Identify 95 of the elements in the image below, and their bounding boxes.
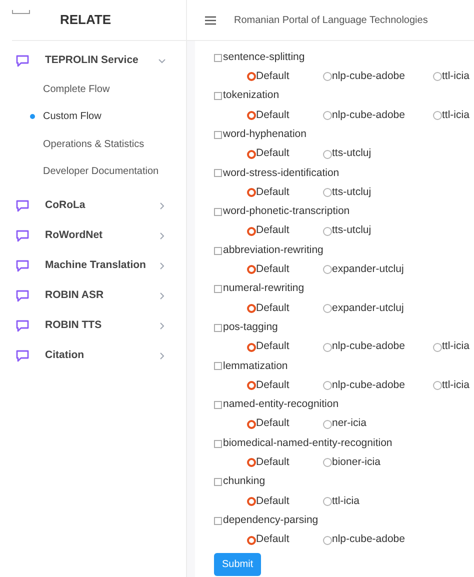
radio-button[interactable] [247, 381, 256, 390]
radio-button[interactable] [247, 226, 256, 236]
task-checkbox[interactable]: word-phonetic-transcription [214, 202, 474, 222]
sidebar-item[interactable]: TEPROLIN Service [0, 46, 186, 76]
radio-button[interactable] [323, 226, 332, 236]
radio-option[interactable]: nlp-cube-adobe [323, 69, 433, 85]
sidebar-subitem[interactable]: Operations & Statistics [43, 136, 144, 152]
sidebar-item[interactable]: ROBIN TTS [0, 311, 186, 342]
task-checkbox[interactable]: word-stress-identification [214, 164, 474, 184]
page-title: Romanian Portal of Language Technologies [234, 14, 428, 28]
sidebar-item[interactable]: CoRoLa [0, 191, 186, 222]
task-checkbox[interactable]: named-entity-recognition [214, 395, 474, 415]
radio-option[interactable]: Default [247, 339, 323, 355]
radio-option[interactable]: bioner-icia [323, 455, 433, 471]
chat-icon [16, 320, 29, 332]
radio-button[interactable] [247, 188, 256, 198]
radio-option[interactable]: Default [247, 108, 323, 124]
radio-option[interactable]: ner-icia [323, 416, 433, 432]
radio-option[interactable]: expander-utcluj [323, 262, 433, 278]
radio-option[interactable]: ttl-icia [433, 108, 470, 124]
chat-icon [16, 55, 29, 67]
radio-option[interactable]: nlp-cube-adobe [323, 108, 433, 124]
radio-option[interactable]: Default [247, 69, 323, 85]
chat-icon [16, 290, 29, 302]
menu-icon[interactable] [205, 16, 216, 24]
sidebar-subitem[interactable]: Developer Documentation [43, 164, 159, 180]
radio-option[interactable]: tts-utcluj [323, 223, 433, 240]
sidebar-subitem[interactable]: Complete Flow [43, 82, 110, 98]
radio-button[interactable] [247, 342, 256, 352]
bracket-icon [12, 10, 30, 14]
radio-option[interactable]: Default [247, 184, 323, 201]
radio-option[interactable]: tts-utcluj [323, 184, 433, 201]
task-checkbox[interactable]: lemmatization [214, 356, 474, 376]
radio-button[interactable] [323, 496, 332, 506]
radio-button[interactable] [323, 111, 332, 120]
radio-button[interactable] [247, 265, 256, 274]
radio-button[interactable] [247, 458, 256, 468]
brand-title: RELATE [60, 11, 112, 30]
task-checkbox[interactable]: tokenization [214, 86, 474, 106]
radio-button[interactable] [433, 72, 442, 82]
radio-button[interactable] [323, 72, 332, 82]
radio-button[interactable] [247, 536, 256, 545]
sidebar-item[interactable]: Machine Translation [0, 251, 186, 282]
radio-option[interactable]: Default [247, 532, 323, 548]
task-checkbox[interactable]: chunking [214, 472, 474, 492]
radio-option[interactable]: nlp-cube-adobe [323, 339, 433, 355]
radio-option[interactable]: Default [247, 223, 323, 240]
radio-button[interactable] [247, 496, 256, 506]
sidebar-item[interactable]: ROBIN ASR [0, 281, 186, 312]
radio-option[interactable]: Default [247, 262, 323, 278]
radio-option[interactable]: nlp-cube-adobe [323, 532, 433, 548]
radio-button[interactable] [247, 304, 256, 313]
radio-button[interactable] [323, 381, 332, 390]
task-checkbox[interactable]: biomedical-named-entity-recognition [214, 434, 474, 454]
radio-button[interactable] [323, 150, 332, 159]
radio-option[interactable]: Default [247, 300, 323, 316]
radio-button[interactable] [323, 342, 332, 352]
radio-button[interactable] [323, 536, 332, 545]
radio-button[interactable] [247, 420, 256, 429]
chat-icon [16, 230, 29, 242]
sidebar-item[interactable]: RoWordNet [0, 221, 186, 252]
sidebar-item[interactable]: Citation [0, 341, 186, 372]
sidebar-subitem[interactable]: Custom Flow [43, 109, 102, 124]
radio-button[interactable] [433, 381, 442, 390]
radio-option[interactable]: nlp-cube-adobe [323, 378, 433, 394]
radio-button[interactable] [433, 111, 442, 120]
radio-option[interactable]: Default [247, 146, 323, 162]
task-checkbox[interactable]: pos-tagging [214, 318, 474, 338]
task-checkbox[interactable]: word-hyphenation [214, 125, 474, 144]
radio-button[interactable] [247, 72, 256, 82]
radio-button[interactable] [247, 150, 256, 159]
task-checkbox[interactable]: sentence-splitting [214, 48, 474, 68]
radio-option[interactable]: ttl-icia [433, 339, 470, 355]
radio-option[interactable]: Default [247, 494, 323, 510]
chat-icon [16, 260, 29, 272]
task-checkbox[interactable]: abbreviation-rewriting [214, 240, 474, 260]
radio-button[interactable] [323, 188, 332, 198]
task-checkbox[interactable]: dependency-parsing [214, 511, 474, 530]
radio-option[interactable]: tts-utcluj [323, 146, 433, 162]
radio-button[interactable] [323, 420, 332, 429]
radio-button[interactable] [247, 111, 256, 120]
radio-button[interactable] [433, 342, 442, 352]
radio-button[interactable] [323, 458, 332, 468]
radio-option[interactable]: Default [247, 455, 323, 471]
radio-option[interactable]: Default [247, 378, 323, 394]
chat-icon [16, 350, 29, 362]
task-checkbox[interactable]: numeral-rewriting [214, 280, 474, 299]
radio-option[interactable]: expander-utcluj [323, 300, 433, 316]
radio-button[interactable] [323, 304, 332, 313]
chat-icon [16, 200, 29, 212]
radio-option[interactable]: ttl-icia [433, 378, 470, 394]
radio-option[interactable]: ttl-icia [433, 69, 470, 85]
radio-button[interactable] [323, 265, 332, 274]
radio-option[interactable]: Default [247, 416, 323, 432]
radio-option[interactable]: ttl-icia [323, 494, 433, 510]
